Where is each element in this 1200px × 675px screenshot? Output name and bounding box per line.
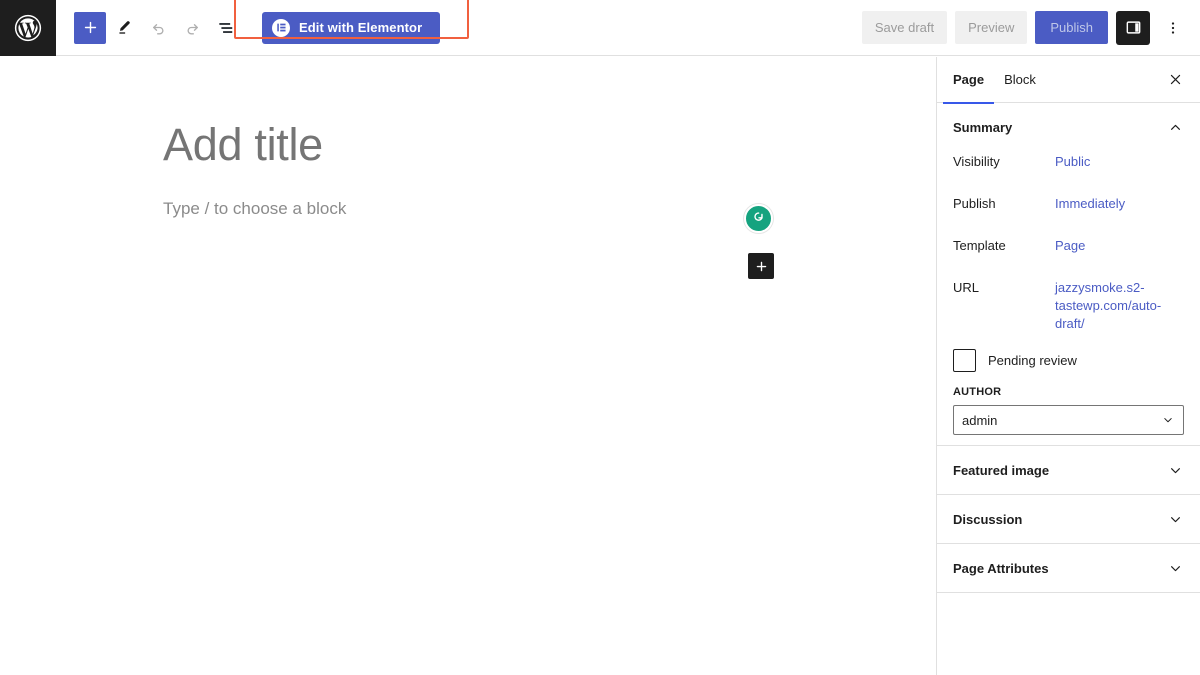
- summary-row-publish: Publish Immediately: [953, 193, 1184, 235]
- sidebar-tabs: Page Block: [937, 57, 1200, 104]
- divider: [937, 592, 1200, 593]
- grammarly-button[interactable]: [744, 204, 773, 233]
- pending-review-row: Pending review: [953, 349, 1184, 372]
- chevron-down-icon: [1171, 516, 1180, 522]
- pencil-icon: [118, 21, 130, 34]
- redo-button[interactable]: [176, 12, 208, 44]
- summary-row-visibility: Visibility Public: [953, 151, 1184, 193]
- save-draft-button[interactable]: Save draft: [861, 11, 948, 44]
- tab-block[interactable]: Block: [994, 57, 1046, 103]
- default-block-input[interactable]: Type / to choose a block: [163, 199, 346, 219]
- post-title-input[interactable]: Add title: [163, 119, 323, 171]
- summary-panel-header[interactable]: Summary: [937, 103, 1200, 151]
- chevron-down-icon: [1164, 418, 1172, 423]
- wordpress-logo-button[interactable]: [0, 0, 56, 56]
- publish-label: Publish: [953, 196, 996, 211]
- list-view-icon: [219, 22, 233, 33]
- template-value-button[interactable]: Page: [1055, 237, 1184, 255]
- discussion-panel-header[interactable]: Discussion: [937, 495, 1200, 543]
- summary-row-url: URL jazzysmoke.s2-tastewp.com/auto-draft…: [953, 277, 1184, 333]
- tab-page[interactable]: Page: [943, 57, 995, 104]
- plus-icon: [756, 261, 766, 271]
- summary-row-template: Template Page: [953, 235, 1184, 277]
- settings-sidebar-toggle-button[interactable]: [1116, 10, 1150, 45]
- publish-value-button[interactable]: Immediately: [1055, 195, 1184, 213]
- three-dots-vertical-icon: [1171, 21, 1175, 34]
- close-icon: [1170, 74, 1180, 85]
- add-block-button[interactable]: [748, 253, 774, 279]
- author-label: AUTHOR: [953, 386, 1002, 398]
- close-sidebar-button[interactable]: [1162, 67, 1188, 93]
- options-menu-button[interactable]: [1158, 11, 1188, 45]
- preview-button[interactable]: Preview: [955, 11, 1028, 44]
- pending-review-label[interactable]: Pending review: [988, 353, 1077, 368]
- featured-image-panel-header[interactable]: Featured image: [937, 446, 1200, 494]
- template-label: Template: [953, 238, 1006, 253]
- document-overview-button[interactable]: [210, 12, 242, 44]
- editor-header: Edit with Elementor Save draft Preview P…: [0, 0, 1200, 56]
- elementor-button-container: Edit with Elementor: [234, 0, 469, 44]
- block-inserter-button[interactable]: [74, 11, 106, 44]
- chevron-down-icon: [1171, 467, 1180, 473]
- url-value-button[interactable]: jazzysmoke.s2-tastewp.com/auto-draft/: [1055, 279, 1184, 333]
- chevron-up-icon: [1171, 124, 1180, 130]
- sidebar-panel-icon: [1126, 21, 1140, 34]
- edit-with-elementor-button[interactable]: Edit with Elementor: [262, 11, 441, 44]
- editor-window: Edit with Elementor Save draft Preview P…: [0, 0, 1200, 675]
- elementor-button-label: Edit with Elementor: [299, 20, 423, 35]
- author-select[interactable]: admin: [953, 405, 1184, 435]
- header-right-actions: Save draft Preview Publish: [861, 0, 1200, 56]
- chevron-down-icon: [1171, 565, 1180, 571]
- visibility-value-button[interactable]: Public: [1055, 153, 1184, 171]
- discussion-panel-title: Discussion: [953, 511, 1023, 527]
- settings-sidebar: Page Block Summary Visibility Public Pub…: [936, 57, 1200, 675]
- author-selected-value: admin: [962, 412, 998, 428]
- redo-icon: [187, 24, 198, 35]
- publish-button[interactable]: Publish: [1035, 11, 1108, 44]
- grammarly-icon: [750, 208, 767, 230]
- featured-image-panel-title: Featured image: [953, 462, 1050, 478]
- pending-review-checkbox[interactable]: [953, 349, 976, 372]
- summary-panel-title: Summary: [953, 119, 1013, 135]
- url-label: URL: [953, 280, 980, 295]
- elementor-logo-icon: [272, 18, 290, 37]
- undo-icon: [152, 24, 163, 35]
- tools-pencil-button[interactable]: [108, 12, 140, 44]
- header-left-tools: Edit with Elementor: [56, 0, 469, 56]
- page-attributes-panel-header[interactable]: Page Attributes: [937, 544, 1200, 592]
- visibility-label: Visibility: [953, 154, 1000, 169]
- undo-button[interactable]: [142, 12, 174, 44]
- editor-canvas: Add title Type / to choose a block: [0, 57, 936, 675]
- page-attributes-panel-title: Page Attributes: [953, 560, 1049, 576]
- summary-panel-body: Visibility Public Publish Immediately Te…: [937, 151, 1200, 445]
- wordpress-logo-icon: [13, 13, 43, 43]
- plus-icon: [84, 21, 96, 34]
